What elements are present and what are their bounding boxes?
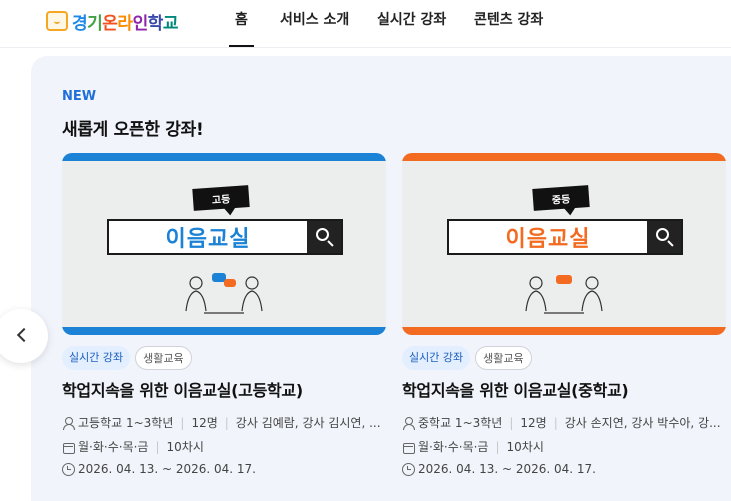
calendar-icon (62, 441, 75, 454)
course-title[interactable]: 학업지속을 위한 이음교실(고등학교) (62, 377, 303, 401)
counseling-illustration-icon (525, 275, 603, 314)
course-title[interactable]: 학업지속을 위한 이음교실(중학교) (402, 377, 629, 401)
course-thumbnail[interactable]: 고등 이음교실 (62, 153, 386, 335)
site-logo[interactable]: 경기온라인학교 (46, 8, 178, 34)
thumb-accent-top (402, 153, 726, 161)
tag-category: 생활교육 (135, 346, 192, 370)
course-meta-schedule: 월·화·수·목·금 | 10차시 (62, 438, 382, 455)
new-badge: NEW (62, 89, 97, 104)
section-title: 새롭게 오픈한 강좌! (62, 120, 204, 140)
level-speech-bubble: 중등 (532, 185, 590, 211)
clock-icon (62, 463, 75, 476)
nav-home[interactable]: 홈 (229, 9, 254, 47)
nav-content-courses[interactable]: 콘텐츠 강좌 (474, 9, 543, 29)
chevron-left-icon (16, 327, 32, 343)
tag-live-course: 실시간 강좌 (62, 346, 131, 370)
thumb-searchbox: 이음교실 (107, 219, 343, 255)
site-header: 경기온라인학교 홈 서비스 소개 실시간 강좌 콘텐츠 강좌 (0, 0, 731, 48)
logo-tv-icon (46, 11, 68, 31)
thumb-search-text: 이음교실 (505, 227, 591, 252)
nav-service-intro[interactable]: 서비스 소개 (280, 9, 349, 29)
course-card[interactable]: 고등 이음교실 실시간 강좌 생활교육 학업지속을 위한 이음교실(고등학교) … (62, 153, 386, 493)
thumb-search-text: 이음교실 (165, 227, 251, 252)
course-card[interactable]: 중등 이음교실 실시간 강좌 생활교육 학업지속을 위한 이음교실(중학교) 중… (402, 153, 726, 493)
person-icon (402, 416, 415, 430)
person-icon (62, 416, 75, 430)
nav-live-courses[interactable]: 실시간 강좌 (377, 9, 446, 29)
thumb-accent-bottom (62, 327, 386, 335)
course-meta-period: 2026. 04. 13. ~ 2026. 04. 17. (62, 462, 382, 476)
tag-live-course: 실시간 강좌 (402, 346, 471, 370)
thumb-searchbox: 이음교실 (447, 219, 683, 255)
search-icon (647, 221, 681, 253)
course-thumbnail[interactable]: 중등 이음교실 (402, 153, 726, 335)
clock-icon (402, 463, 415, 476)
level-speech-bubble: 고등 (192, 185, 250, 211)
tag-category: 생활교육 (475, 346, 532, 370)
course-tags: 실시간 강좌 생활교육 (62, 346, 192, 370)
course-meta-schedule: 월·화·수·목·금 | 10차시 (402, 438, 722, 455)
search-icon (307, 221, 341, 253)
course-meta-period: 2026. 04. 13. ~ 2026. 04. 17. (402, 462, 722, 476)
thumb-accent-bottom (402, 327, 726, 335)
course-meta-target: 중학교 1~3학년 | 12명 | 강사 손지연, 강사 박수아, 강... (402, 414, 722, 431)
course-tags: 실시간 강좌 생활교육 (402, 346, 532, 370)
calendar-icon (402, 441, 415, 454)
logo-text: 경기온라인학교 (72, 13, 178, 34)
thumb-accent-top (62, 153, 386, 161)
counseling-illustration-icon (185, 273, 263, 314)
course-meta-target: 고등학교 1~3학년 | 12명 | 강사 김예람, 강사 김시연, ... (62, 414, 382, 431)
